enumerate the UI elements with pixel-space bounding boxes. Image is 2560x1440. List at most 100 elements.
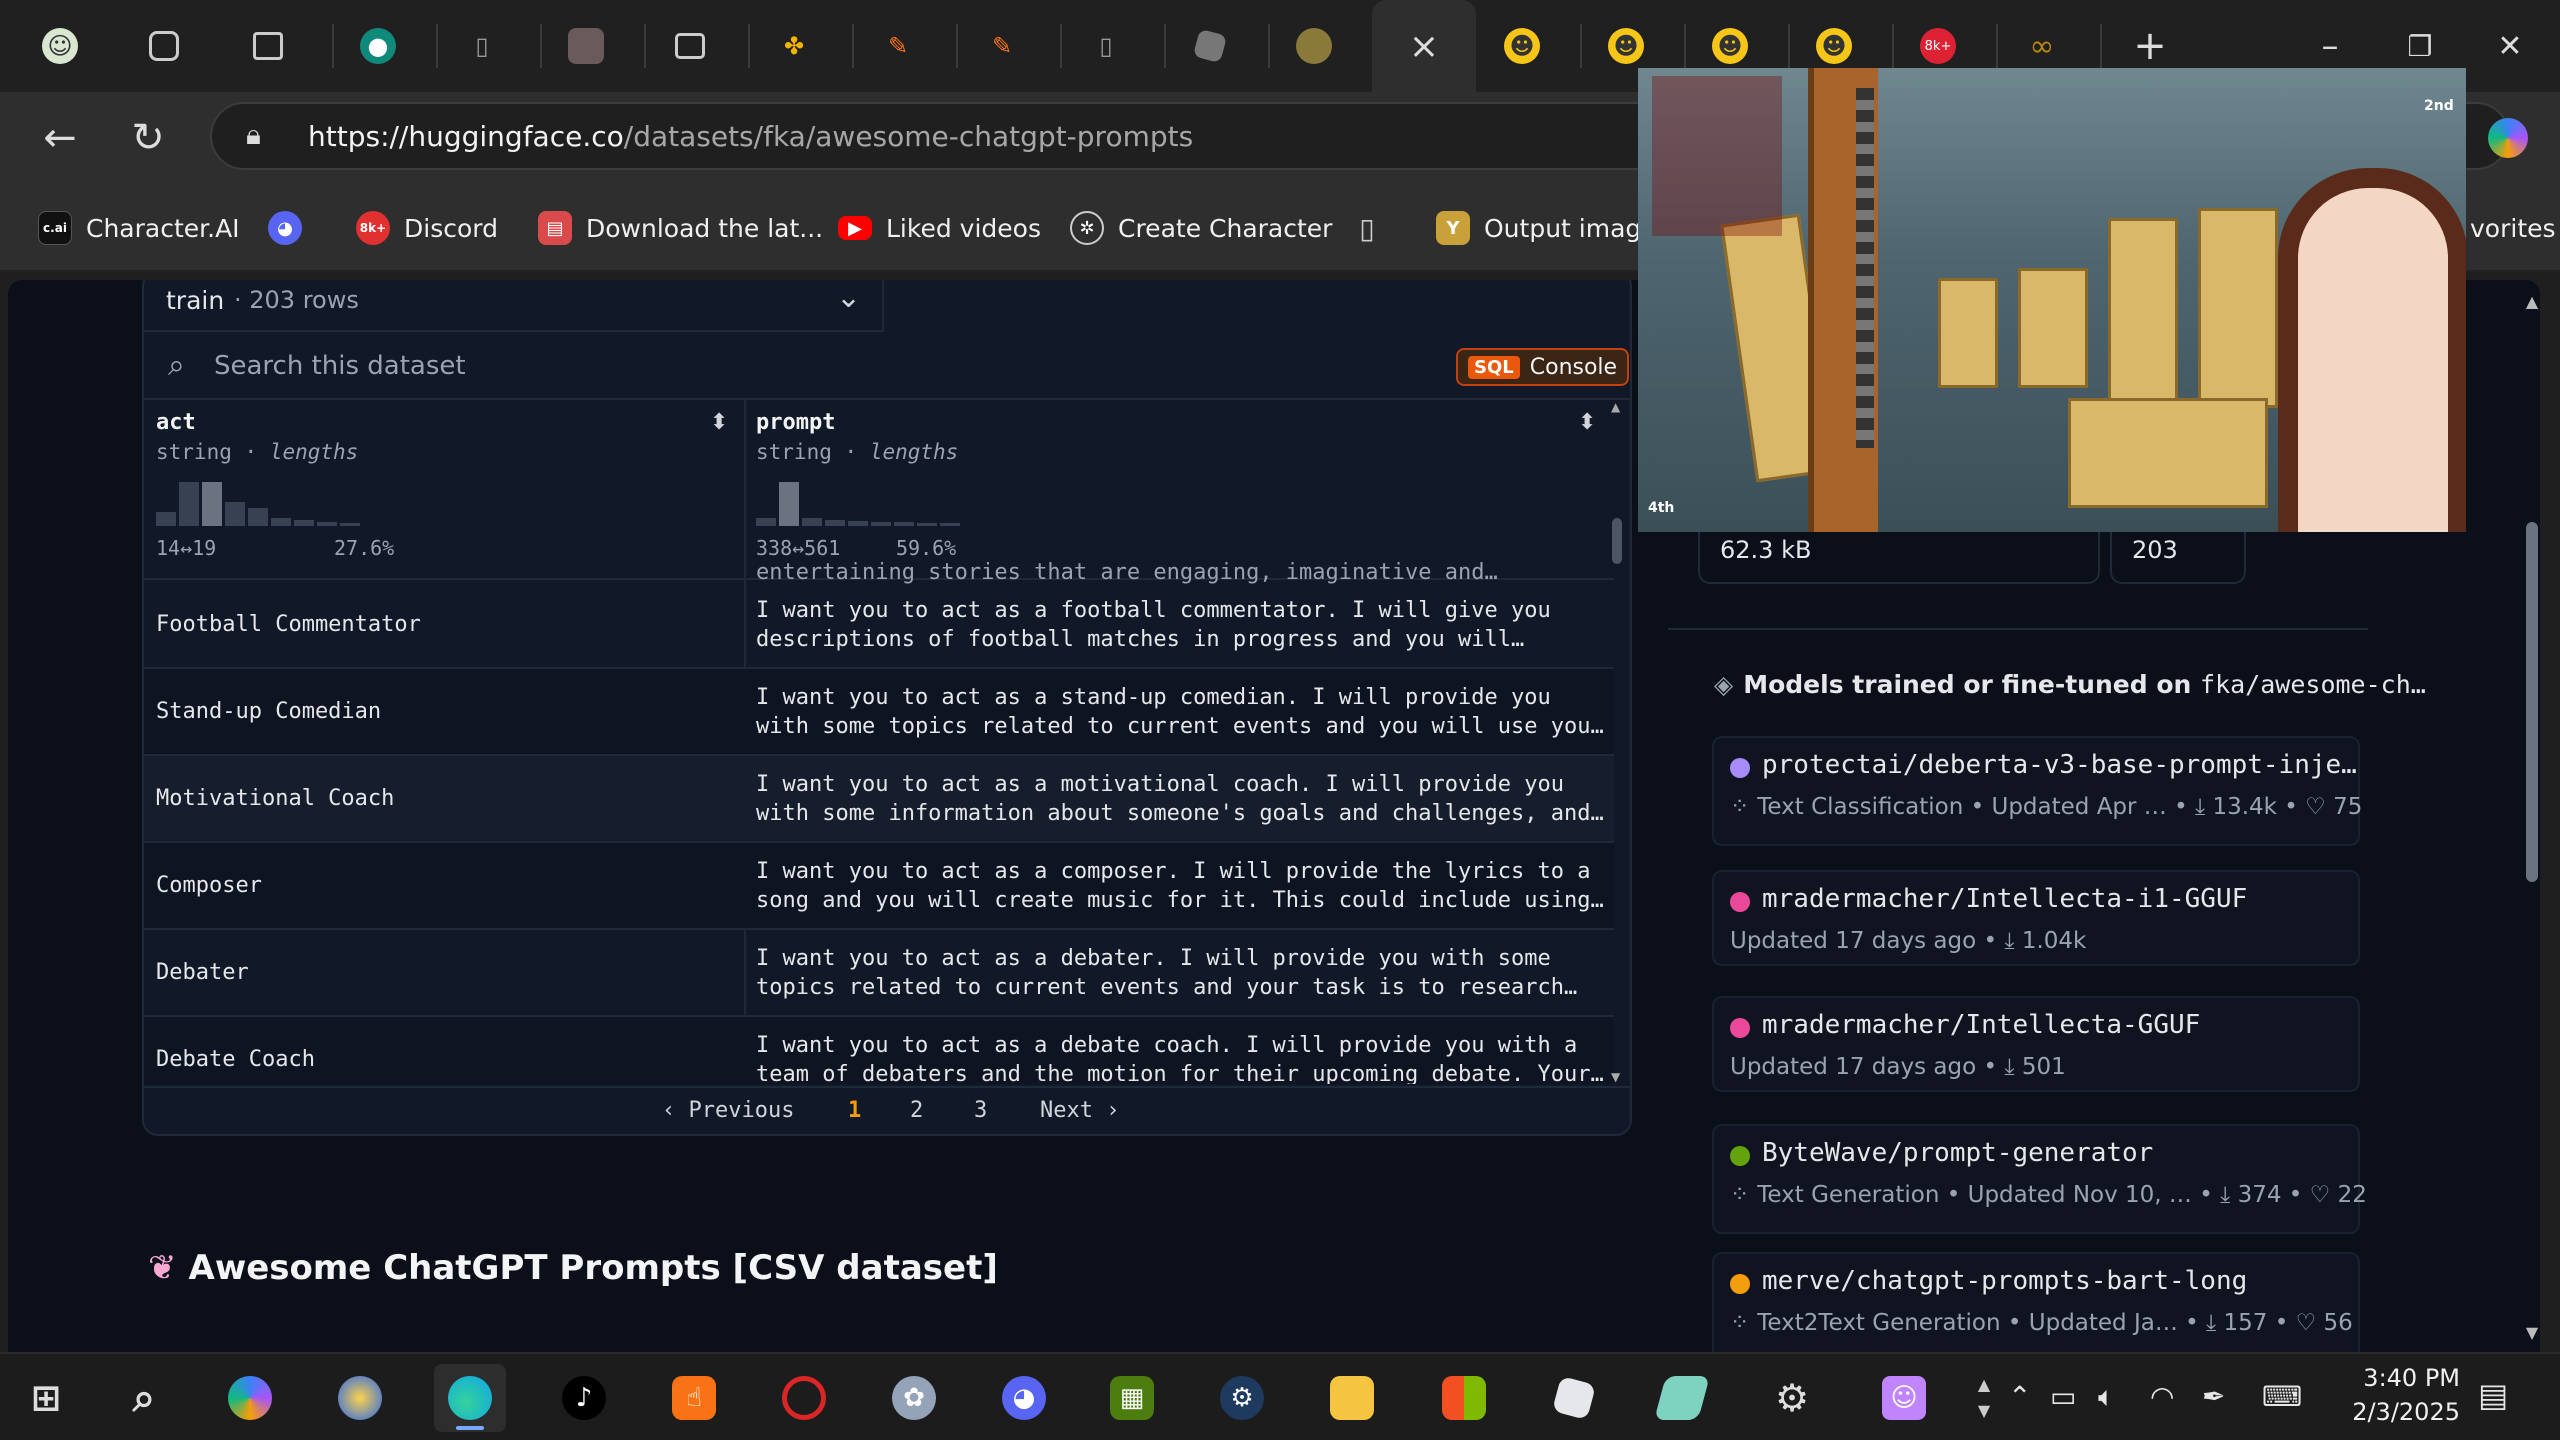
scroll-thumb[interactable] [2526, 522, 2538, 882]
profile-avatar[interactable]: ☺ [12, 10, 108, 82]
taskbar-file-explorer[interactable] [1316, 1364, 1388, 1432]
page-scrollbar[interactable]: ▲ ▼ [2524, 292, 2540, 1342]
taskbar-app-3[interactable]: ✿ [878, 1364, 950, 1432]
page-1-button[interactable]: 1 [848, 1098, 861, 1123]
taskbar-edge[interactable] [434, 1364, 506, 1432]
bookmark-favorites[interactable]: vorites [2470, 208, 2556, 248]
taskbar-discord[interactable]: ◕ [988, 1364, 1060, 1432]
scroll-up-icon[interactable]: ▲ [2524, 292, 2540, 311]
keyboard-icon[interactable]: ⌨ [2262, 1380, 2302, 1413]
tab-7[interactable]: ✎ [954, 10, 1050, 82]
tab-4[interactable] [642, 10, 738, 82]
split-selector[interactable]: train · 203 rows ⌄ [144, 280, 884, 332]
tab-5[interactable]: ✤ [746, 10, 842, 82]
taskbar-store[interactable] [1428, 1364, 1500, 1432]
taskbar-app-4[interactable] [1646, 1364, 1718, 1432]
tab-9[interactable] [1162, 10, 1258, 82]
back-button[interactable]: ← [28, 106, 92, 170]
notifications-icon[interactable]: ▤ [2478, 1376, 2508, 1414]
taskbar-scroll[interactable]: ▲ ▼ [1964, 1364, 2004, 1432]
taskbar-opera[interactable] [768, 1364, 840, 1432]
table-row[interactable]: Debater I want you to act as a debater. I… [144, 930, 1614, 1017]
model-card[interactable]: protectai/deberta-v3-base-prompt-inje… ⁘ T… [1712, 736, 2362, 846]
tab-1[interactable]: ● [330, 10, 426, 82]
taskbar-settings[interactable]: ⚙ [1756, 1364, 1828, 1432]
previous-page-button[interactable]: ‹ Previous [662, 1098, 794, 1123]
table-row[interactable]: Composer I want you to act as a composer.… [144, 843, 1614, 930]
sort-icon[interactable]: ⬍ [1578, 410, 1596, 435]
workspaces-button[interactable] [116, 10, 212, 82]
search-button[interactable]: ⌕ [108, 1364, 180, 1432]
dataset-search-input[interactable] [214, 346, 1214, 386]
bookmark-download[interactable]: ▤ Download the lat... [538, 208, 823, 248]
model-card[interactable]: merve/chatgpt-prompts-bart-long ⁘ Text2Tex… [1712, 1252, 2360, 1352]
taskbar-app-2[interactable]: ☝ [658, 1364, 730, 1432]
taskbar-minecraft[interactable]: ▦ [1096, 1364, 1168, 1432]
bookmark-discord[interactable]: 8k+ Discord [356, 208, 498, 248]
copilot-button[interactable] [2476, 106, 2540, 170]
start-button[interactable]: ⊞ [10, 1364, 82, 1432]
sort-icon[interactable]: ⬍ [710, 410, 728, 435]
refresh-icon: ↻ [131, 115, 165, 161]
next-page-button[interactable]: Next › [1040, 1098, 1119, 1123]
refresh-button[interactable]: ↻ [116, 106, 180, 170]
app-icon: ☝ [672, 1376, 716, 1420]
bookmark-discord-icon-only[interactable]: ◕ [268, 208, 316, 248]
tab-8[interactable]: ▯ [1058, 10, 1154, 82]
windows-icon: ⊞ [30, 1377, 62, 1419]
table-row[interactable]: Motivational Coach I want you to act as a… [144, 756, 1614, 843]
model-card[interactable]: mradermacher/Intellecta-i1-GGUF Updated 1… [1712, 870, 2360, 966]
taskbar-tiktok[interactable]: ♪ [548, 1364, 620, 1432]
tab-actions-button[interactable] [220, 10, 316, 82]
bookmark-output-image[interactable]: Y Output image [1436, 208, 1657, 248]
tab-3[interactable] [538, 10, 634, 82]
bookmark-create-character[interactable]: ✲ Create Character [1070, 208, 1332, 248]
model-card[interactable]: ByteWave/prompt-generator ⁘ Text Generatio… [1712, 1124, 2367, 1234]
battery-icon[interactable]: ▭ [2050, 1380, 2076, 1413]
model-avatar-icon [1730, 758, 1750, 778]
tab-6[interactable]: ✎ [850, 10, 946, 82]
avatar-icon: ☺ [1882, 1376, 1926, 1420]
taskbar-app-5[interactable]: ☺ [1868, 1364, 1940, 1432]
model-card[interactable]: mradermacher/Intellecta-GGUF Updated 17 d… [1712, 996, 2360, 1092]
bookmark-page[interactable]: ▯ [1350, 208, 1398, 248]
huggingface-icon: ☻ [1712, 28, 1748, 64]
taskbar-roblox[interactable] [1538, 1364, 1610, 1432]
table-row[interactable]: Stand-up Comedian I want you to act as a … [144, 669, 1614, 756]
volume-icon[interactable]: 🔈︎ [2098, 1380, 2115, 1414]
tab-active[interactable]: × [1372, 0, 1476, 92]
copilot-icon [228, 1376, 272, 1420]
column-header-act[interactable]: act string · lengths ⬍ 14↔19 27.6% [144, 400, 744, 580]
scroll-down-icon[interactable]: ▼ [1611, 1070, 1620, 1084]
page-2-button[interactable]: 2 [910, 1098, 923, 1123]
table-row[interactable]: Football Commentator I want you to act as… [144, 582, 1614, 669]
column-header-prompt[interactable]: prompt string · lengths ⬍ 338↔561 59.6% [744, 400, 1614, 580]
youtube-icon: ▶ [838, 216, 872, 240]
scroll-thumb[interactable] [1612, 518, 1622, 564]
clock-date[interactable]: 2/3/2025 [2330, 1398, 2460, 1426]
clock-time[interactable]: 3:40 PM [2330, 1364, 2460, 1392]
table-row[interactable]: Debate Coach I want you to act as a debat… [144, 1017, 1614, 1084]
scroll-down-icon[interactable]: ▼ [2524, 1323, 2540, 1342]
scroll-up-icon[interactable]: ▲ [1611, 400, 1620, 414]
taskbar-copilot[interactable] [214, 1364, 286, 1432]
tab-2[interactable]: ▯ [434, 10, 530, 82]
avatar-icon: ☺ [42, 28, 78, 64]
sql-console-button[interactable]: SQL Console [1456, 348, 1630, 386]
taskbar-app-1[interactable] [324, 1364, 396, 1432]
tab-11[interactable]: ☻ [1474, 10, 1570, 82]
page-3-button[interactable]: 3 [974, 1098, 987, 1123]
close-window-button[interactable]: ✕ [2470, 14, 2550, 78]
picture-in-picture-video[interactable]: 4th 2nd [1638, 68, 2466, 532]
wifi-icon[interactable]: ◠ [2150, 1380, 2174, 1413]
bookmark-character-ai[interactable]: c.ai Character.AI [38, 208, 240, 248]
tab-actions-icon [253, 32, 283, 60]
table-scrollbar[interactable]: ▲ ▼ [1610, 400, 1624, 1084]
bookmark-liked-videos[interactable]: ▶ Liked videos [838, 208, 1041, 248]
pen-icon[interactable]: ✒ [2202, 1380, 2225, 1413]
close-tab-icon[interactable]: × [1409, 26, 1439, 67]
chevron-up-icon[interactable]: ⌃ [2008, 1380, 2031, 1413]
taskbar-steam[interactable]: ⚙ [1206, 1364, 1278, 1432]
dataset-search-row: ⌕ SQLConsole [144, 334, 1630, 400]
tab-10[interactable] [1266, 10, 1362, 82]
